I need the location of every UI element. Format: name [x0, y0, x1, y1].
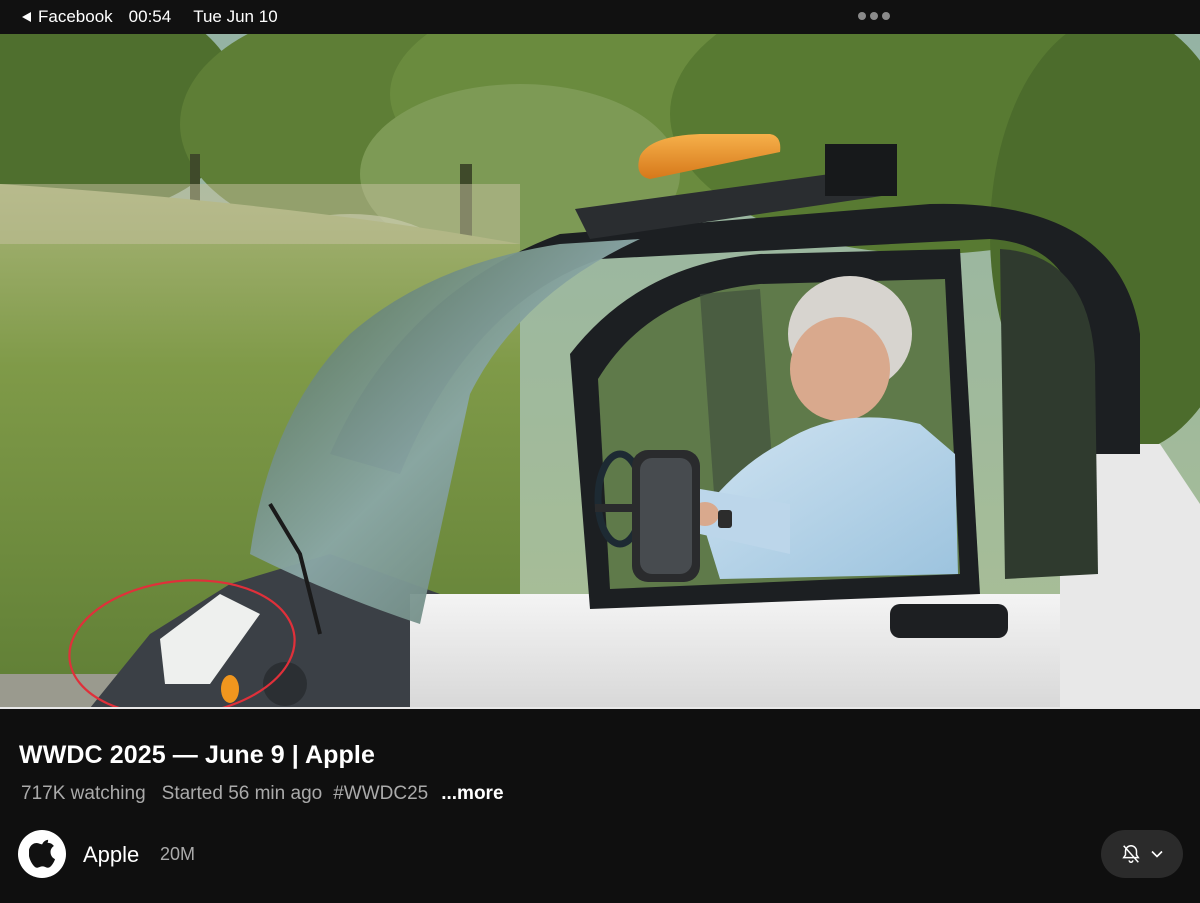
- more-button[interactable]: ...more: [441, 783, 503, 805]
- hashtag-link[interactable]: #WWDC25: [333, 783, 428, 805]
- status-bar: Facebook 00:54 Tue Jun 10: [0, 0, 1200, 34]
- back-app-label: Facebook: [38, 7, 113, 26]
- video-frame: [0, 34, 1200, 708]
- subscriber-count: 20M: [160, 844, 196, 864]
- video-meta: 717K watching Started 56 min ago #WWDC25…: [21, 783, 504, 805]
- viewer-count: 717K watching: [21, 783, 146, 804]
- back-to-app-button[interactable]: Facebook: [22, 7, 113, 27]
- bell-off-icon: [1122, 845, 1140, 863]
- ellipsis-icon[interactable]: [858, 12, 890, 20]
- started-time: Started 56 min ago: [161, 783, 323, 804]
- video-player[interactable]: [0, 34, 1200, 708]
- back-arrow-icon: [22, 12, 31, 22]
- channel-avatar[interactable]: [18, 830, 66, 878]
- video-details-panel: WWDC 2025 — June 9 | Apple 717K watching…: [0, 709, 1200, 903]
- video-title: WWDC 2025 — June 9 | Apple: [19, 741, 375, 769]
- notification-settings-button[interactable]: [1101, 830, 1183, 878]
- chevron-down-icon: [1151, 850, 1163, 858]
- apple-logo-icon: [29, 839, 55, 868]
- channel-name[interactable]: Apple: [83, 842, 139, 868]
- clock-time: 00:54: [128, 7, 172, 26]
- clock-date: Tue Jun 10: [193, 7, 278, 26]
